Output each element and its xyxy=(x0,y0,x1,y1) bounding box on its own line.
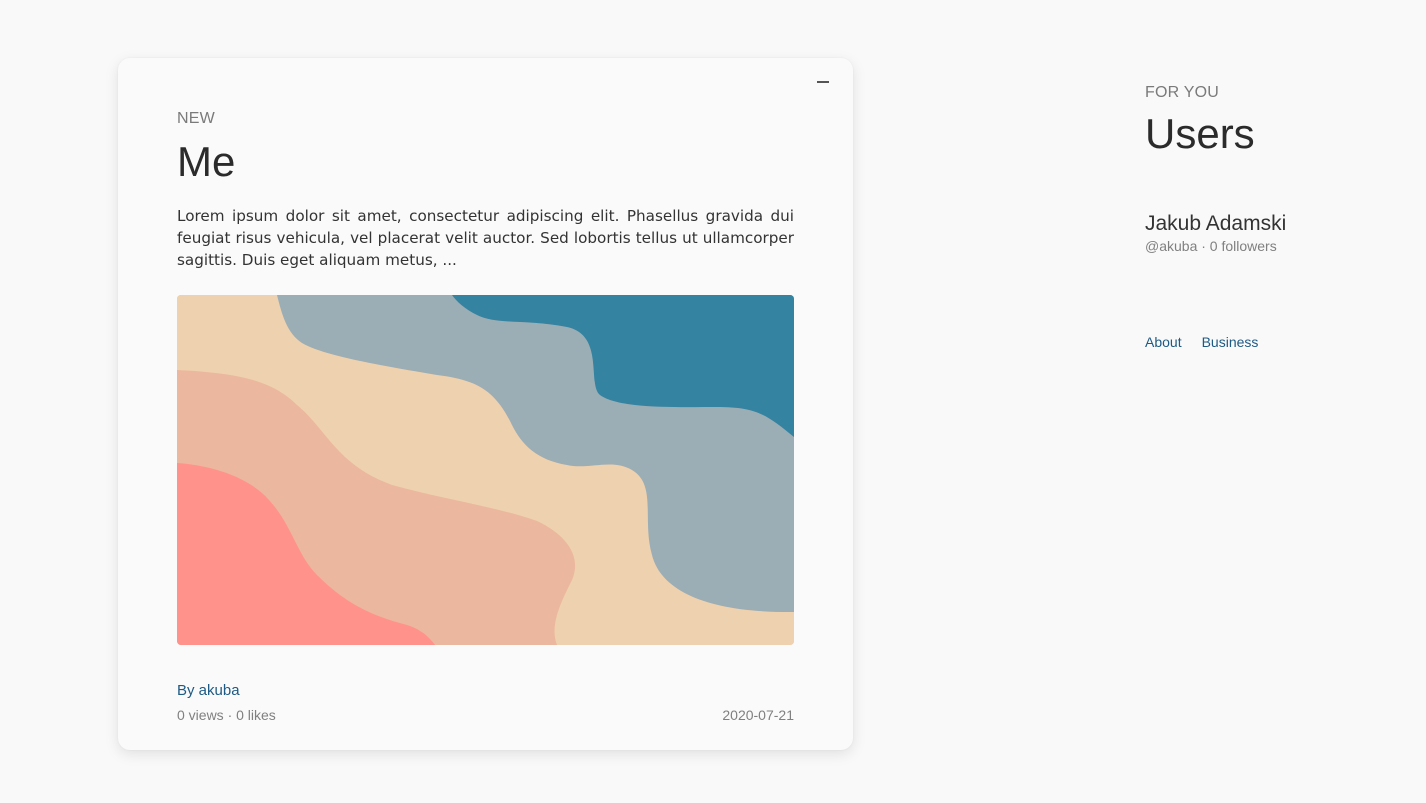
post-author-link[interactable]: By akuba xyxy=(177,682,240,699)
sidebar-title: Users xyxy=(1145,110,1255,157)
post-date: 2020-07-21 xyxy=(722,707,794,723)
user-meta: @akuba · 0 followers xyxy=(1145,238,1277,254)
collapse-button[interactable] xyxy=(813,72,833,92)
user-name-link[interactable]: Jakub Adamski xyxy=(1145,211,1405,237)
post-content: NEW Me Lorem ipsum dolor sit amet, conse… xyxy=(177,108,794,645)
post-excerpt: Lorem ipsum dolor sit amet, consectetur … xyxy=(177,207,794,269)
minus-icon xyxy=(817,81,829,83)
business-link[interactable]: Business xyxy=(1202,334,1259,350)
post-cover-image[interactable] xyxy=(177,295,794,645)
sidebar: FOR YOU Users Jakub Adamski @akuba · 0 f… xyxy=(1145,82,1405,350)
post-label: NEW xyxy=(177,110,215,127)
sidebar-label: FOR YOU xyxy=(1145,84,1220,101)
post-title[interactable]: Me xyxy=(177,138,794,186)
about-link[interactable]: About xyxy=(1145,334,1182,350)
post-card[interactable]: NEW Me Lorem ipsum dolor sit amet, conse… xyxy=(118,58,853,750)
footer-links: About Business xyxy=(1145,334,1405,350)
post-stats: 0 views · 0 likes xyxy=(177,707,276,723)
